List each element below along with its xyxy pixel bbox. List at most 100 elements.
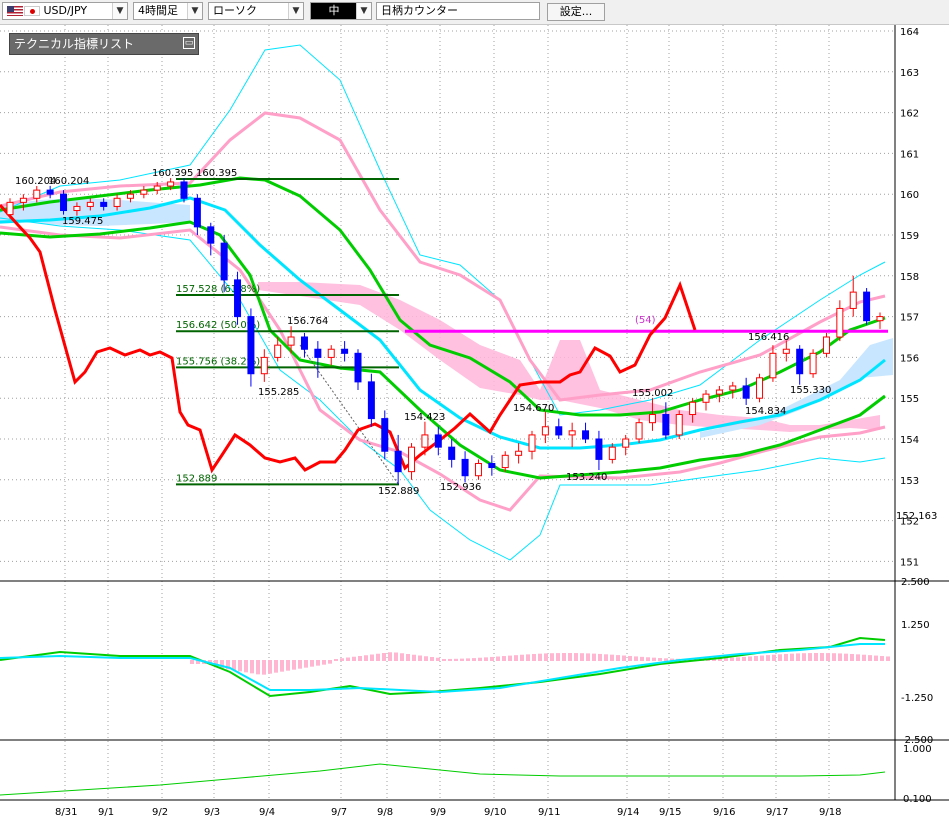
candle [648,414,656,424]
macd-histogram-bar [808,653,812,661]
lower-axis-tick: 1.000 [903,744,932,755]
macd-histogram-bar [646,657,650,661]
chart-area[interactable]: 157.528 (61.8%) 156.642 (50.0%) 155.756 (3… [0,25,949,821]
macd-histogram-bar [790,653,794,661]
macd-histogram-bar [532,653,536,661]
candle [314,348,322,358]
flag-icon-jp [24,6,40,16]
candle [528,434,536,452]
macd-histogram-bar [856,654,860,661]
macd-histogram-bar [244,660,248,673]
macd-histogram-bar [358,656,362,661]
macd-histogram-bar [274,660,278,673]
candle [541,426,549,436]
macd-histogram-bar [616,655,620,661]
macd-histogram-bar [310,660,314,667]
candle [274,344,282,358]
macd-axis-tick: 2.500 [901,577,930,588]
candle [782,348,790,354]
macd-histogram-bar [238,660,242,672]
price-label: 155.330 [790,385,831,396]
candle [461,458,469,477]
counter-field[interactable]: 日柄カウンター [376,2,540,20]
indicator-list-panel[interactable]: テクニカル指標リスト ▭ [9,33,199,55]
timeframe-select[interactable]: 4時間足 ▼ [133,2,203,20]
macd-histogram-bar [262,660,266,675]
macd-histogram-bar [796,653,800,661]
horizontal-line-label: (54) [635,315,656,326]
settings-button[interactable]: 設定... [547,3,605,21]
symbol-select[interactable]: USD/JPY ▼ [2,2,128,20]
price-label: 152.936 [440,482,481,493]
menu-icon[interactable]: ▭ [183,37,195,49]
macd-histogram-bar [526,654,530,661]
price-label: 156.416 [748,332,789,343]
macd-histogram-bar [424,656,428,661]
candle [113,197,121,207]
candle [622,438,630,448]
candle [327,348,335,358]
price-chart[interactable]: 157.528 (61.8%)156.642 (50.0%)155.756 (3… [0,25,949,821]
macd-histogram-bar [316,660,320,666]
candle [354,352,362,383]
macd-histogram-bar [514,655,518,661]
macd-histogram-bar [436,657,440,661]
candle [635,422,643,440]
candle [60,193,68,212]
chevron-down-icon[interactable]: ▼ [112,3,127,19]
chevron-down-icon[interactable]: ▼ [288,3,303,19]
candle [180,181,188,199]
candle [19,197,27,203]
line-width-select[interactable]: 中 ▼ [310,2,372,20]
candle [488,462,496,469]
price-label: 155.285 [258,387,299,398]
candle [809,352,817,375]
toolbar: USD/JPY ▼ 4時間足 ▼ ローソク ▼ 中 ▼ 日柄カウンター 設定..… [0,0,949,25]
candle [73,205,81,212]
macd-histogram-bar [724,658,728,661]
candle [769,352,777,379]
date-label: 9/18 [819,807,841,818]
candle [568,430,576,436]
date-label: 9/3 [204,807,220,818]
date-label: 9/2 [152,807,168,818]
counter-label: 日柄カウンター [381,4,458,17]
candle [836,307,844,338]
macd-histogram-bar [256,660,260,675]
macd-histogram-bar [580,653,584,661]
candle [100,201,108,207]
timeframe-label: 4時間足 [138,4,178,17]
candle [608,446,616,460]
macd-histogram-bar [586,653,590,661]
price-label: 154.670 [513,403,554,414]
macd-histogram-bar [520,654,524,661]
macd-histogram-bar [472,658,476,661]
macd-histogram-bar [388,652,392,661]
candle [167,181,175,187]
candle [863,291,871,322]
date-label: 9/15 [659,807,681,818]
chart-type-select[interactable]: ローソク ▼ [208,2,304,20]
chevron-down-icon[interactable]: ▼ [187,3,202,19]
macd-histogram-bar [850,653,854,661]
macd-histogram-bar [454,658,458,661]
macd-histogram-bar [748,656,752,661]
macd-histogram-bar [742,656,746,661]
macd-histogram-bar [754,655,758,661]
macd-histogram-bar [634,656,638,661]
macd-histogram-bar [880,656,884,661]
macd-line [0,643,885,694]
macd-signal-line [0,636,886,698]
macd-histogram-bar [562,653,566,661]
macd-histogram-bar [280,660,284,672]
candle [876,316,884,322]
chart-type-label: ローソク [213,4,257,17]
chevron-down-icon[interactable]: ▼ [356,3,371,19]
macd-histogram-bar [568,653,572,661]
macd-axis-tick: 1.250 [901,620,930,631]
price-label: 152.889 [378,486,419,497]
price-axis-tick: 155 [900,394,919,405]
macd-histogram-bar [538,653,542,661]
macd-histogram-bar [328,660,332,664]
candle [849,291,857,309]
